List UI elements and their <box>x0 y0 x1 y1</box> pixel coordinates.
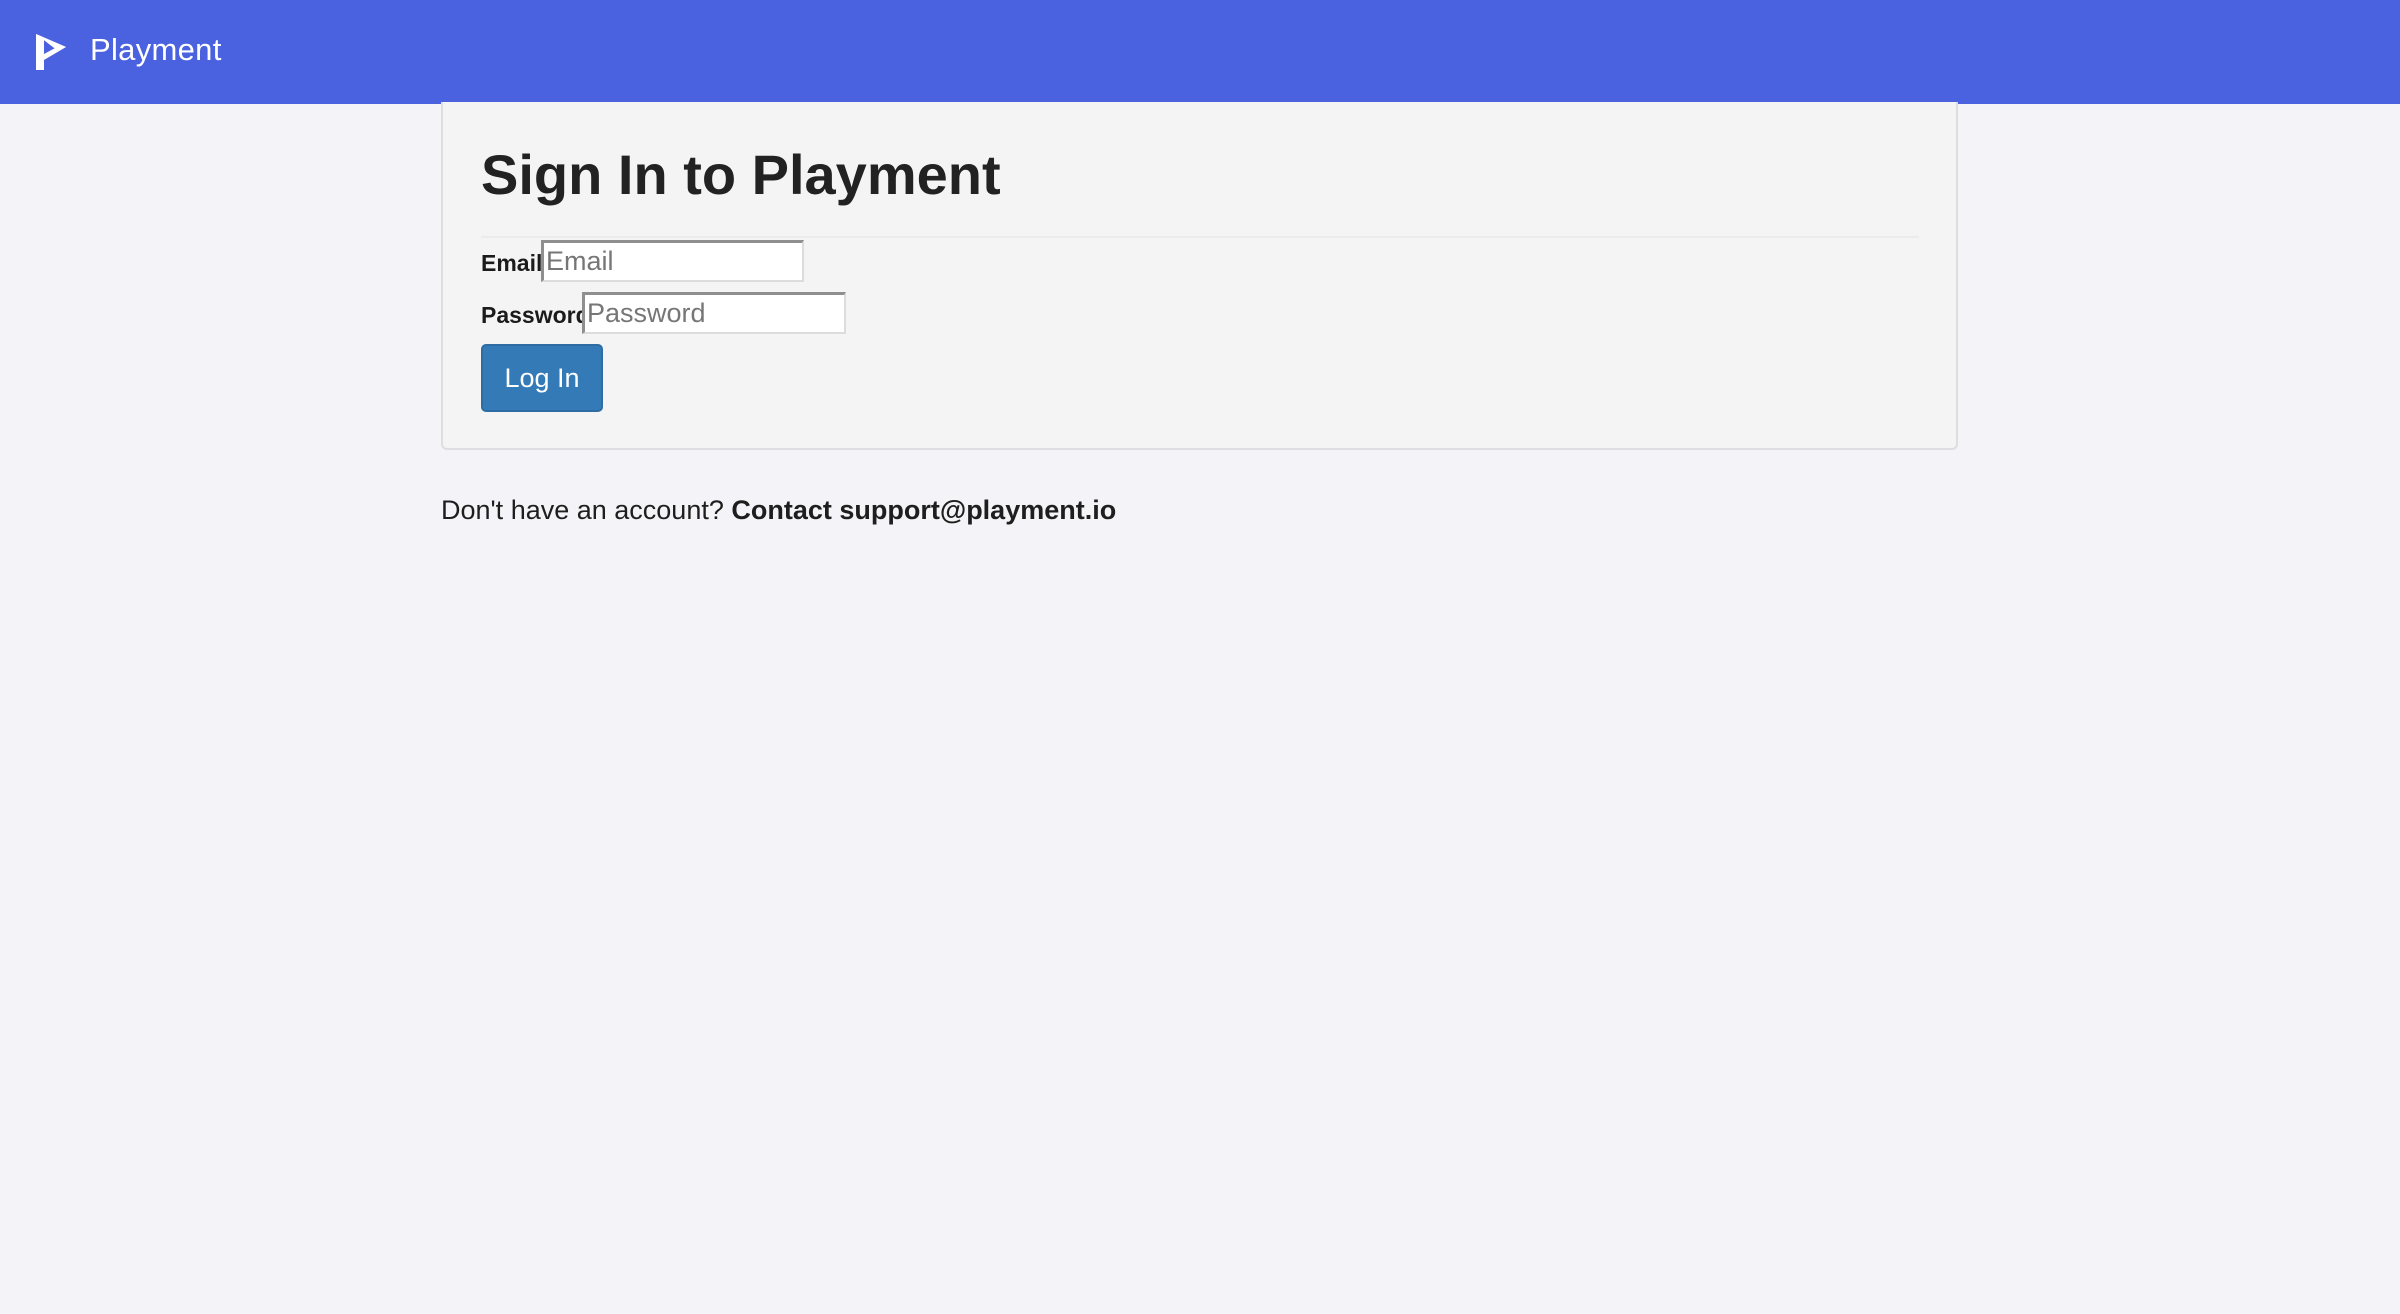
signup-prompt: Don't have an account? <box>441 495 724 525</box>
support-contact-link[interactable]: Contact support@playment.io <box>731 495 1116 525</box>
signup-note: Don't have an account? Contact support@p… <box>441 490 1116 530</box>
sign-in-panel: Sign In to Playment Email Password Log I… <box>441 102 1958 450</box>
email-input[interactable] <box>541 240 804 282</box>
playment-logo-icon[interactable] <box>32 30 70 74</box>
email-label: Email <box>481 250 543 276</box>
log-in-button[interactable]: Log In <box>481 344 603 412</box>
brand-name[interactable]: Playment <box>90 26 222 74</box>
password-input[interactable] <box>582 292 846 334</box>
title-divider <box>481 236 1919 238</box>
top-navbar: Playment <box>0 0 2400 104</box>
password-label: Password <box>481 302 590 328</box>
page-title: Sign In to Playment <box>481 143 1001 206</box>
